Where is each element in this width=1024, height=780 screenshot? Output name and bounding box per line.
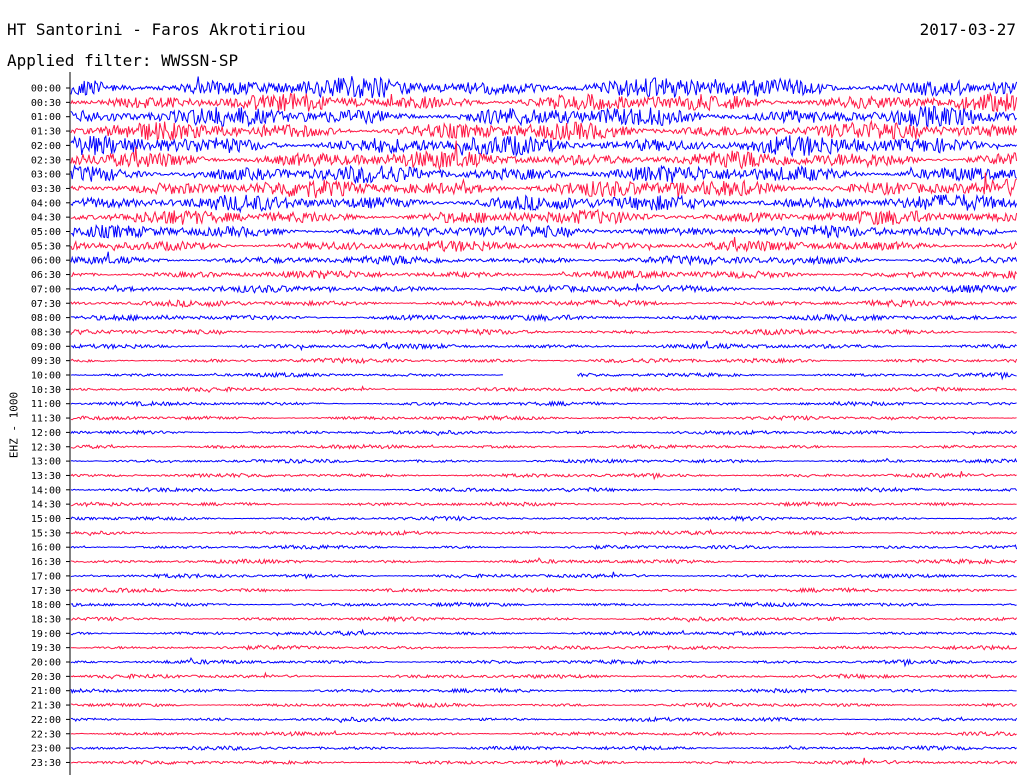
row-tick-label: 05:00: [31, 227, 61, 238]
row-tick-label: 18:30: [31, 614, 61, 625]
row-tick-label: 01:30: [31, 127, 61, 138]
row-tick-label: 14:00: [31, 485, 61, 496]
row-tick-label: 22:00: [31, 715, 61, 726]
seismogram-plot: 00:00 00:30 01:00 01:30 02:00 02:30 03:00 03:30…: [31, 72, 1018, 775]
trace-2330: [70, 757, 1018, 768]
trace-1830: [70, 615, 1018, 623]
row-tick-label: 06:00: [31, 256, 61, 267]
trace-0600: [70, 251, 1018, 267]
trace-0430: [70, 208, 1018, 226]
row-tick-label: 15:00: [31, 514, 61, 525]
row-tick-label: 04:30: [31, 213, 61, 224]
row-tick-label: 11:30: [31, 414, 61, 425]
row-tick-label: 03:30: [31, 184, 61, 195]
trace-0730: [70, 298, 1017, 309]
trace-1230: [70, 443, 1017, 450]
row-tick-label: 13:30: [31, 471, 61, 482]
row-tick-label: 07:30: [31, 299, 61, 310]
row-tick-label: 02:00: [31, 141, 61, 152]
row-tick-label: 14:30: [31, 500, 61, 511]
row-tick-label: 10:00: [31, 371, 61, 382]
row-tick-label: 16:00: [31, 543, 61, 554]
trace-1900: [70, 628, 1017, 637]
row-tick-label: 16:30: [31, 557, 61, 568]
row-tick-label: 02:30: [31, 155, 61, 166]
trace-2100: [70, 687, 1017, 694]
trace-1130: [70, 414, 1017, 422]
row-tick-label: 07:00: [31, 284, 61, 295]
row-tick-label: 23:30: [31, 758, 61, 769]
trace-0200: [70, 134, 1017, 158]
trace-2200: [70, 715, 1018, 724]
trace-0900: [70, 340, 1017, 352]
row-tick-label: 09:00: [31, 342, 61, 353]
trace-0830: [70, 327, 1017, 336]
row-tick-label: 08:00: [31, 313, 61, 324]
trace-0530: [70, 236, 1018, 253]
trace-0700: [70, 283, 1017, 295]
row-tick-label: 20:30: [31, 672, 61, 683]
row-tick-label: 11:00: [31, 399, 61, 410]
trace-1530: [70, 528, 1017, 537]
trace-2130: [70, 701, 1017, 709]
row-tick-label: 21:30: [31, 701, 61, 712]
trace-2030: [70, 671, 1017, 680]
trace-0300: [70, 164, 1017, 185]
row-tick-label: 17:30: [31, 586, 61, 597]
trace-1700: [70, 571, 1017, 580]
trace-1630: [70, 557, 1017, 565]
row-tick-label: 12:00: [31, 428, 61, 439]
trace-1030: [70, 385, 1017, 394]
trace-2000: [70, 656, 1017, 668]
trace-1100: [70, 400, 1017, 408]
row-tick-label: 00:00: [31, 84, 61, 95]
trace-0130: [70, 119, 1018, 142]
row-tick-label: 17:00: [31, 571, 61, 582]
trace-1200: [70, 429, 1017, 437]
row-tick-label: 09:30: [31, 356, 61, 367]
trace-0000: [70, 76, 1018, 99]
row-tick-label: 18:00: [31, 600, 61, 611]
trace-0500: [70, 223, 1017, 239]
trace-1800: [70, 601, 1017, 608]
row-tick-label: 06:30: [31, 270, 61, 281]
trace-1330: [70, 471, 1017, 481]
trace-1730: [70, 586, 1017, 594]
trace-1930: [70, 644, 1018, 651]
row-tick-label: 08:30: [31, 327, 61, 338]
row-tick-label: 15:30: [31, 528, 61, 539]
trace-0930: [70, 356, 1018, 365]
trace-0630: [70, 269, 1018, 281]
row-tick-label: 04:00: [31, 198, 61, 209]
trace-2230: [70, 729, 1017, 737]
row-tick-label: 13:00: [31, 457, 61, 468]
trace-1430: [70, 500, 1017, 508]
trace-0030: [70, 91, 1018, 112]
trace-0800: [70, 313, 1017, 323]
row-tick-label: 00:30: [31, 98, 61, 109]
trace-1600: [70, 544, 1018, 550]
row-tick-label: 01:00: [31, 112, 61, 123]
trace-1400: [70, 486, 1018, 493]
row-tick-label: 20:00: [31, 658, 61, 669]
row-tick-label: 03:00: [31, 170, 61, 181]
row-tick-label: 19:30: [31, 643, 61, 654]
trace-1500: [70, 514, 1017, 522]
row-tick-label: 21:00: [31, 686, 61, 697]
trace-1000: [70, 371, 1017, 381]
trace-2300: [71, 744, 1017, 751]
row-tick-label: 12:30: [31, 442, 61, 453]
row-tick-label: 05:30: [31, 241, 61, 252]
row-tick-label: 23:00: [31, 744, 61, 755]
row-tick-label: 19:00: [31, 629, 61, 640]
row-tick-label: 22:30: [31, 729, 61, 740]
trace-0400: [70, 193, 1018, 214]
row-tick-label: 10:30: [31, 385, 61, 396]
trace-1300: [70, 457, 1018, 465]
